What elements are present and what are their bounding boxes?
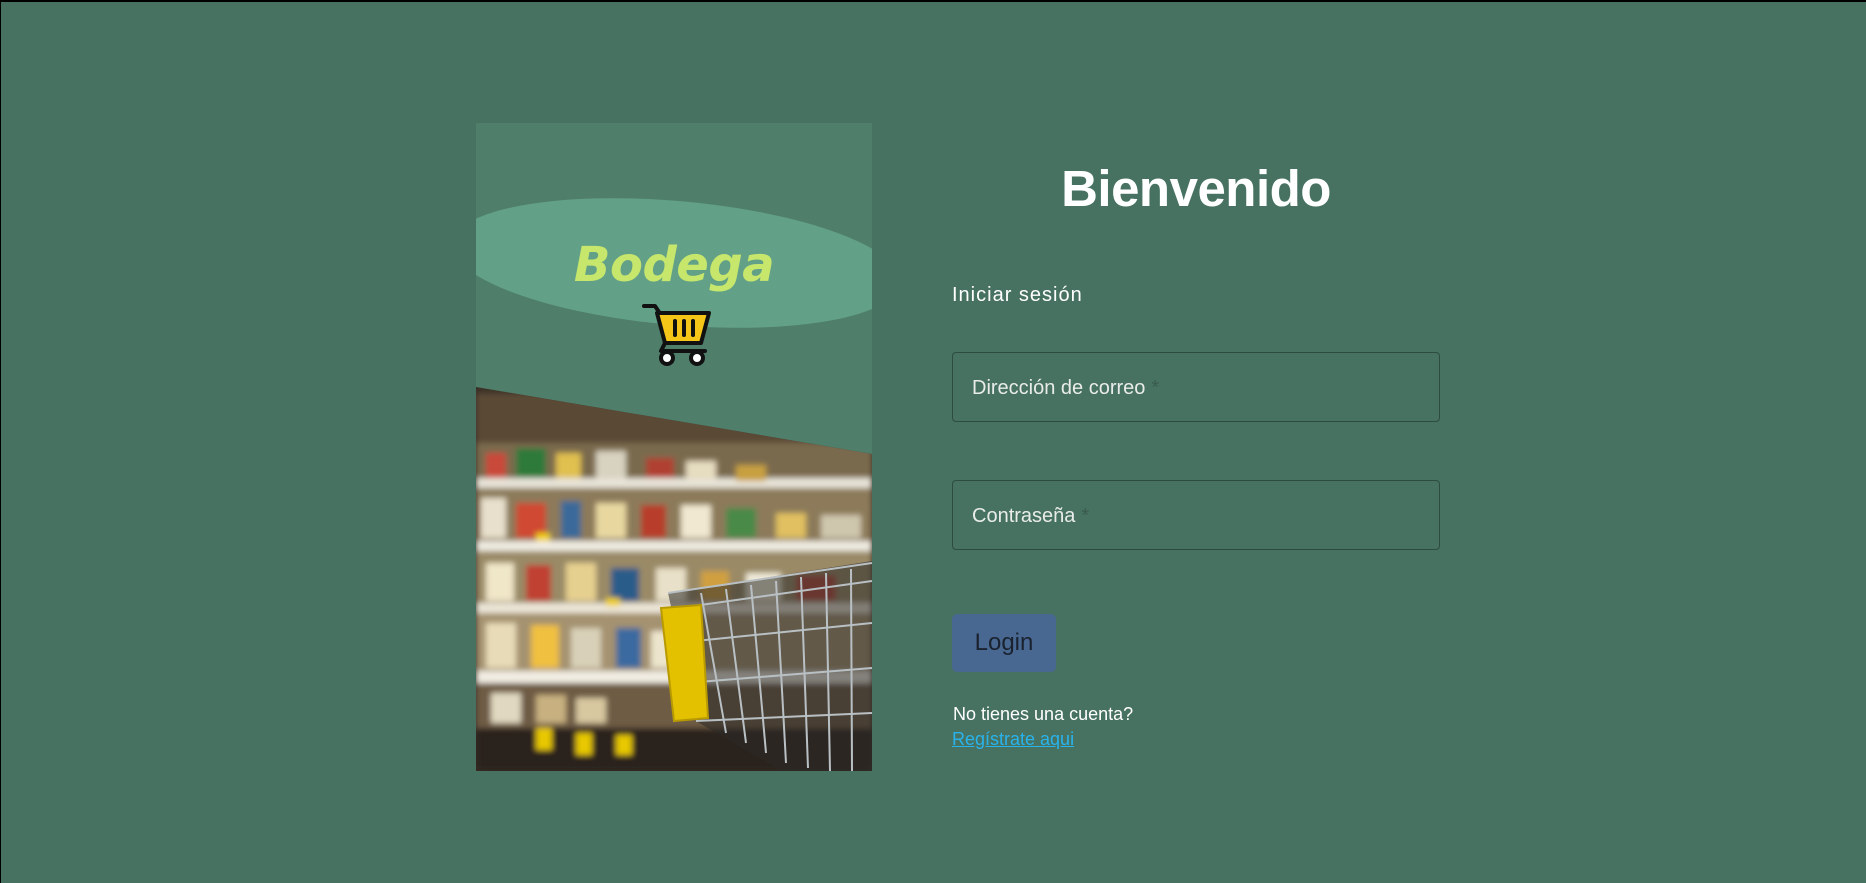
password-input[interactable] bbox=[953, 481, 1439, 549]
shopping-cart-icon bbox=[642, 304, 711, 366]
brand-panel: Bodega bbox=[476, 123, 872, 771]
email-field[interactable]: Dirección de correo * bbox=[952, 352, 1440, 422]
welcome-heading: Bienvenido bbox=[1061, 160, 1331, 217]
supermarket-illustration bbox=[476, 123, 872, 771]
login-button[interactable]: Login bbox=[952, 614, 1056, 672]
password-field[interactable]: Contraseña * bbox=[952, 480, 1440, 550]
page-background: Bodega Bienvenido Iniciar sesión Direcci… bbox=[1, 2, 1866, 883]
no-account-text: No tienes una cuenta? bbox=[953, 704, 1134, 724]
email-input[interactable] bbox=[953, 353, 1439, 421]
register-link[interactable]: Regístrate aqui bbox=[952, 729, 1074, 750]
login-subtitle: Iniciar sesión bbox=[952, 284, 1083, 306]
brand-title: Bodega bbox=[573, 237, 775, 293]
